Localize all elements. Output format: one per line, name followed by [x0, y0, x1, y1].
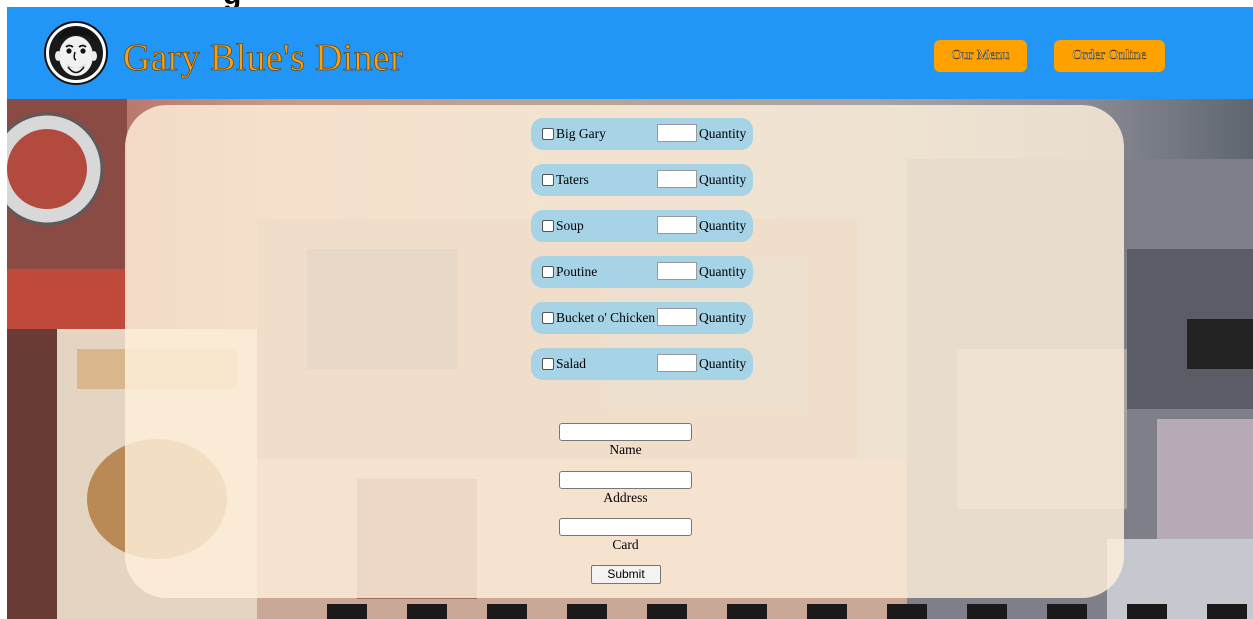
- card-label: Card: [612, 537, 639, 552]
- quantity-label: Quantity: [699, 264, 747, 279]
- menu-item-poutine: Poutine Quantity: [531, 256, 753, 288]
- item-name: Soup: [556, 218, 584, 233]
- card-field[interactable]: [559, 518, 692, 536]
- item-checkbox[interactable]: [542, 174, 554, 186]
- quantity-label: Quantity: [699, 126, 747, 141]
- item-checkbox[interactable]: [542, 312, 554, 324]
- item-checkbox[interactable]: [542, 220, 554, 232]
- quantity-input[interactable]: [657, 170, 697, 188]
- name-label: Name: [609, 442, 642, 457]
- quantity-input[interactable]: [657, 262, 697, 280]
- quantity-label: Quantity: [699, 218, 747, 233]
- menu-item-big-gary: Big Gary Quantity: [531, 118, 753, 150]
- menu-item-taters: Taters Quantity: [531, 164, 753, 196]
- item-name: Salad: [556, 356, 586, 371]
- menu-item-salad: Salad Quantity: [531, 348, 753, 380]
- menu-item-soup: Soup Quantity: [531, 210, 753, 242]
- quantity-label: Quantity: [699, 356, 747, 371]
- address-label: Address: [603, 490, 648, 505]
- item-name: Big Gary: [556, 126, 606, 141]
- our-menu-button[interactable]: Our Menu: [934, 40, 1027, 72]
- menu-item-bucket-o-chicken: Bucket o' Chicken Quantity: [531, 302, 753, 334]
- item-name: Taters: [556, 172, 589, 187]
- item-checkbox[interactable]: [542, 128, 554, 140]
- item-checkbox[interactable]: [542, 358, 554, 370]
- item-checkbox[interactable]: [542, 266, 554, 278]
- quantity-input[interactable]: [657, 354, 697, 372]
- site-header: Gary Blue's Diner Our Menu Order Online: [7, 7, 1253, 99]
- partial-heading: g: [223, 0, 241, 7]
- top-strip: g: [0, 0, 1253, 7]
- quantity-input[interactable]: [657, 124, 697, 142]
- quantity-input[interactable]: [657, 308, 697, 326]
- item-name: Poutine: [556, 264, 598, 279]
- quantity-label: Quantity: [699, 310, 747, 325]
- quantity-input[interactable]: [657, 216, 697, 234]
- item-name: Bucket o' Chicken: [556, 310, 656, 325]
- diner-logo[interactable]: [44, 20, 108, 86]
- address-field[interactable]: [559, 471, 692, 489]
- submit-button[interactable]: Submit: [591, 565, 661, 584]
- quantity-label: Quantity: [699, 172, 747, 187]
- site-title[interactable]: Gary Blue's Diner: [123, 36, 403, 80]
- order-online-button[interactable]: Order Online: [1054, 40, 1165, 72]
- chef-face-icon: [44, 21, 108, 85]
- name-field[interactable]: [559, 423, 692, 441]
